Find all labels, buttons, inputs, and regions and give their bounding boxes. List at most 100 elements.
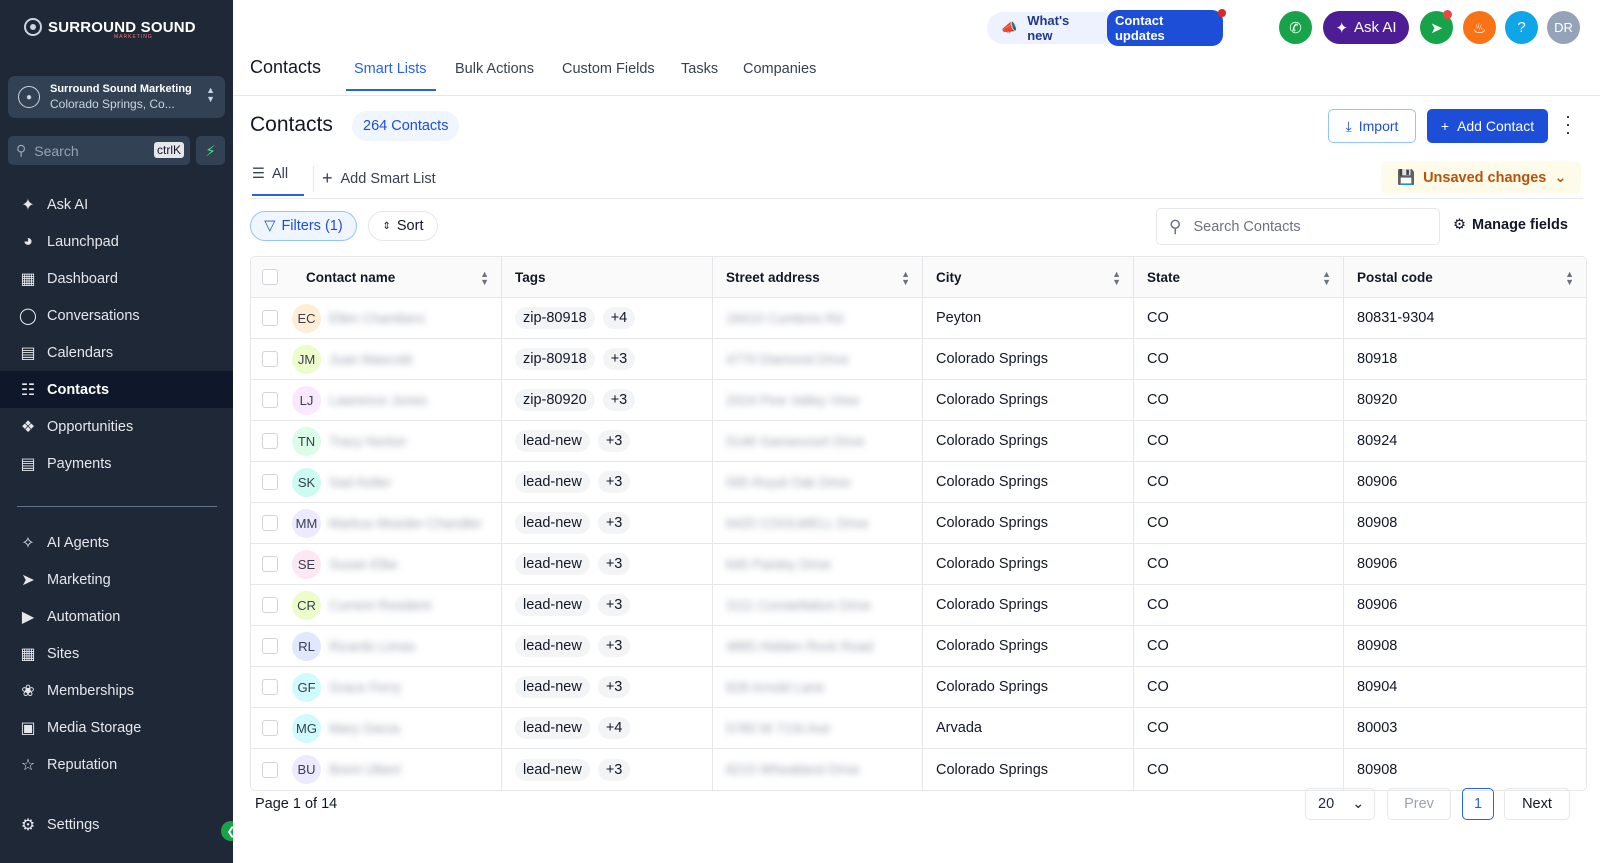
column-header[interactable]: City [936, 270, 962, 285]
more-tags-chip[interactable]: +3 [597, 676, 631, 698]
tab-contacts-title[interactable]: Contacts [250, 57, 321, 78]
tag-chip[interactable]: lead-new [515, 594, 590, 616]
tag-chip[interactable]: zip-80920 [515, 389, 595, 411]
select-all-checkbox[interactable] [262, 269, 278, 285]
more-options-icon[interactable]: · · · [1565, 107, 1571, 141]
user-avatar[interactable]: DR [1547, 11, 1580, 44]
quick-action-bolt-icon[interactable]: ⚡ [196, 136, 225, 165]
sort-icon[interactable]: ▲ ▼ [901, 270, 910, 287]
tag-chip[interactable]: lead-new [515, 471, 590, 493]
tag-chip[interactable]: lead-new [515, 717, 590, 739]
tag-chip[interactable]: lead-new [515, 430, 590, 452]
tab-custom-fields[interactable]: Custom Fields [562, 61, 655, 77]
row-checkbox[interactable] [262, 474, 278, 490]
phone-button[interactable]: ✆ [1279, 11, 1312, 44]
avatar[interactable]: MM [292, 508, 321, 538]
next-page-button[interactable]: Next [1504, 788, 1570, 820]
row-checkbox[interactable] [262, 515, 278, 531]
more-tags-chip[interactable]: +3 [597, 471, 631, 493]
contact-name[interactable]: Ricardo Limas [329, 639, 415, 654]
row-checkbox[interactable] [262, 433, 278, 449]
table-row[interactable]: CR Current Resident lead-new +3 3111 Constel… [251, 585, 1586, 626]
sidebar-item-memberships[interactable]: ❀ Memberships [0, 672, 233, 709]
add-smart-list-button[interactable]: + Add Smart List [322, 168, 436, 189]
sidebar-item-automation[interactable]: ▶ Automation [0, 598, 233, 635]
sidebar-item-calendars[interactable]: ▤ Calendars [0, 334, 233, 371]
table-row[interactable]: SK Sad Keller lead-new +3 595 Royal Oak Driv… [251, 462, 1586, 503]
contact-updates-button[interactable]: Contact updates [1106, 10, 1223, 46]
whats-new-banner[interactable]: 📣 What's new Contact updates [987, 10, 1223, 46]
tab-bulk-actions[interactable]: Bulk Actions [455, 61, 534, 77]
smart-list-all[interactable]: ☰ All [252, 166, 288, 182]
row-checkbox[interactable] [262, 761, 278, 778]
sidebar-item-marketing[interactable]: ➤ Marketing [0, 561, 233, 598]
table-row[interactable]: SE Susan Elbe lead-new +3 845 Paisley Drive C… [251, 544, 1586, 585]
sidebar-item-media-storage[interactable]: ▣ Media Storage [0, 709, 233, 746]
contact-name[interactable]: Tracy Norton [329, 434, 407, 449]
filters-button[interactable]: ▽ Filters (1) [250, 211, 357, 241]
tag-chip[interactable]: lead-new [515, 758, 590, 781]
table-row[interactable]: LJ Lawrence Jones zip-80920 +3 2024 Pine Val… [251, 380, 1586, 421]
sort-icon[interactable]: ▲ ▼ [480, 270, 489, 287]
contact-name[interactable]: Juan Mascotti [329, 352, 412, 367]
table-row[interactable]: TN Tracy Norton lead-new +3 5146 Gansevoort … [251, 421, 1586, 462]
contact-name[interactable]: Grace Ferry [329, 680, 401, 695]
more-tags-chip[interactable]: +3 [597, 635, 631, 657]
tag-chip[interactable]: zip-80918 [515, 307, 595, 329]
column-header[interactable]: Contact name [306, 270, 395, 285]
contact-name[interactable]: Mary Garza [329, 721, 400, 736]
brand-logo[interactable]: SURROUND SOUND [24, 18, 196, 36]
tag-chip[interactable]: lead-new [515, 553, 590, 575]
search-contacts-input[interactable]: ⚲ Search Contacts [1156, 208, 1440, 245]
notifications-button[interactable]: ♨ [1463, 11, 1496, 44]
help-button[interactable]: ? [1505, 11, 1538, 44]
sidebar-item-ask-ai[interactable]: ✦ Ask AI [0, 186, 233, 223]
rows-per-page-select[interactable]: 20 ⌄ [1305, 788, 1375, 820]
tab-smart-lists[interactable]: Smart Lists [354, 61, 427, 77]
column-header[interactable]: State [1147, 270, 1180, 285]
avatar[interactable]: MG [292, 713, 321, 743]
sort-icon[interactable]: ▲ ▼ [1112, 270, 1121, 287]
sidebar-item-sites[interactable]: ▦ Sites [0, 635, 233, 672]
contact-name[interactable]: Markus Moeder-Chandler [329, 516, 482, 531]
more-tags-chip[interactable]: +4 [602, 307, 636, 329]
avatar[interactable]: GF [292, 672, 321, 702]
add-contact-button[interactable]: + Add Contact [1427, 109, 1548, 143]
contact-name[interactable]: Brent Ulbert [329, 762, 401, 777]
table-row[interactable]: MG Mary Garza lead-new +4 5780 W 71St Ave Arv… [251, 708, 1586, 749]
account-switcher[interactable]: ● Surround Sound Marketing Colorado Spri… [8, 76, 225, 118]
table-row[interactable]: EC Ellen Chambers zip-80918 +4 18410 Cumbres… [251, 298, 1586, 339]
more-tags-chip[interactable]: +3 [602, 348, 636, 370]
more-tags-chip[interactable]: +3 [597, 430, 631, 452]
row-checkbox[interactable] [262, 556, 278, 572]
table-row[interactable]: BU Brent Ulbert lead-new +3 8215 Wheatland D… [251, 749, 1586, 790]
avatar[interactable]: TN [292, 426, 321, 456]
tag-chip[interactable]: lead-new [515, 635, 590, 657]
avatar[interactable]: SE [292, 549, 321, 579]
row-checkbox[interactable] [262, 310, 278, 326]
table-row[interactable]: JM Juan Mascotti zip-80918 +3 4770 Diamond D… [251, 339, 1586, 380]
more-tags-chip[interactable]: +3 [597, 553, 631, 575]
contact-name[interactable]: Ellen Chambers [329, 311, 425, 326]
contact-name[interactable]: Sad Keller [329, 475, 391, 490]
sidebar-item-opportunities[interactable]: ❖ Opportunities [0, 408, 233, 445]
sort-icon[interactable]: ▲ ▼ [1322, 270, 1331, 287]
sidebar-item-launchpad[interactable]: ◕ Launchpad [0, 223, 233, 260]
avatar[interactable]: SK [292, 467, 321, 497]
table-row[interactable]: MM Markus Moeder-Chandler lead-new +3 6420 C… [251, 503, 1586, 544]
more-tags-chip[interactable]: +3 [602, 389, 636, 411]
sidebar-item-payments[interactable]: ▤ Payments [0, 445, 233, 482]
column-header[interactable]: Street address [726, 270, 820, 285]
contact-name[interactable]: Lawrence Jones [329, 393, 427, 408]
avatar[interactable]: RL [292, 631, 321, 661]
avatar[interactable]: JM [292, 344, 321, 374]
avatar[interactable]: LJ [292, 385, 321, 415]
column-header[interactable]: Postal code [1357, 270, 1433, 285]
manage-fields-button[interactable]: ⚙ Manage fields [1453, 217, 1568, 233]
tab-tasks[interactable]: Tasks [681, 61, 718, 77]
unsaved-changes-button[interactable]: 💾 Unsaved changes ⌄ [1381, 161, 1581, 194]
row-checkbox[interactable] [262, 351, 278, 367]
avatar[interactable]: BU [292, 755, 321, 784]
sidebar-item-reputation[interactable]: ☆ Reputation [0, 746, 233, 783]
avatar[interactable]: EC [292, 303, 321, 333]
